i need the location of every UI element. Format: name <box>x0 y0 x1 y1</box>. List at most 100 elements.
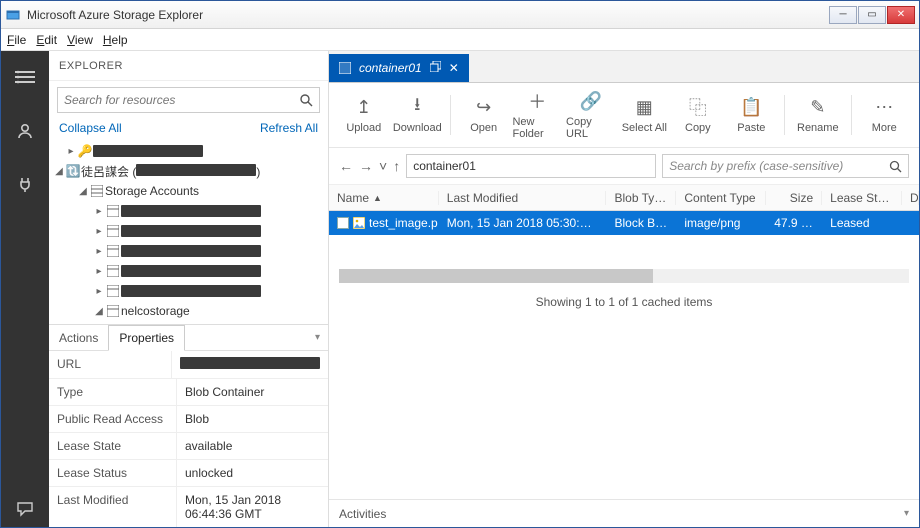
nav-back-icon[interactable]: ← <box>339 158 353 174</box>
nav-row: ← → ˅ ↑ container01 Search by prefix (ca… <box>329 148 919 185</box>
menu-help[interactable]: Help <box>103 33 128 47</box>
activity-connect-icon[interactable] <box>1 167 49 203</box>
blob-size: 47.9 KB <box>766 216 822 230</box>
tree-storage-account-item[interactable]: ▸ <box>49 241 328 261</box>
tree-storage-account-item[interactable]: ▸ <box>49 221 328 241</box>
paste-button[interactable]: 📋Paste <box>727 89 777 141</box>
col-size[interactable]: Size <box>766 191 822 205</box>
blob-name: test_image.png <box>369 216 439 230</box>
tree-row-collapsed[interactable]: ▸🔑 <box>49 141 328 161</box>
chevron-down-icon[interactable]: ▾ <box>904 508 909 519</box>
activity-feedback-icon[interactable] <box>1 491 49 527</box>
blob-row[interactable]: test_image.png Mon, 15 Jan 2018 05:30:07… <box>329 211 919 235</box>
menubar: File Edit View Help <box>1 29 919 51</box>
prop-row: URL <box>49 351 328 378</box>
tab-container-icon <box>339 62 351 74</box>
resource-search-box[interactable] <box>57 87 320 113</box>
minimize-button[interactable]: ─ <box>829 6 857 24</box>
account-label: nelcostorage <box>121 304 190 318</box>
doc-tab-label: container01 <box>359 61 422 75</box>
new-folder-button[interactable]: ＋New Folder <box>512 89 562 141</box>
app-icon <box>5 7 21 23</box>
tab-properties[interactable]: Properties <box>108 325 185 351</box>
blob-lease: Leased <box>822 216 902 230</box>
copy-button[interactable]: ⿻Copy <box>673 89 723 141</box>
nav-down-icon[interactable]: ˅ <box>379 158 387 174</box>
tree-storage-account-item[interactable]: ▸ <box>49 281 328 301</box>
blob-grid-body: test_image.png Mon, 15 Jan 2018 05:30:07… <box>329 211 919 319</box>
tree-storage-account-nelco[interactable]: ◢nelcostorage <box>49 301 328 321</box>
download-icon: ⭳ <box>414 96 420 118</box>
more-button[interactable]: ⋯More <box>859 89 909 141</box>
activity-account-icon[interactable] <box>1 113 49 149</box>
more-icon: ⋯ <box>875 96 893 118</box>
scrollbar-thumb[interactable] <box>339 269 653 283</box>
select-all-icon: ▦ <box>636 96 653 118</box>
refresh-all-link[interactable]: Refresh All <box>260 121 318 135</box>
col-blob-type[interactable]: Blob Type <box>606 191 676 205</box>
link-icon: 🔗 <box>580 90 602 112</box>
col-content-type[interactable]: Content Type <box>676 191 766 205</box>
blob-grid-header: Name ▲ Last Modified Blob Type Content T… <box>329 185 919 211</box>
image-file-icon <box>353 216 365 230</box>
rename-icon: ✎ <box>810 96 825 118</box>
toolbar-divider <box>784 95 785 135</box>
prop-row: TypeBlob Container <box>49 378 328 405</box>
rename-button[interactable]: ✎Rename <box>793 89 843 141</box>
toolbar-divider <box>851 95 852 135</box>
tab-link-icon[interactable] <box>430 61 441 75</box>
content-area: container01 ✕ ↥Upload ⭳Download ↪Open ＋N… <box>329 51 919 527</box>
chevron-down-icon[interactable]: ▾ <box>307 332 328 343</box>
grid-status: Showing 1 to 1 of 1 cached items <box>329 289 919 319</box>
nav-forward-icon[interactable]: → <box>359 158 373 174</box>
tree-storage-account-item[interactable]: ▸ <box>49 201 328 221</box>
col-lease-state[interactable]: Lease State <box>822 191 902 205</box>
tree-subscription[interactable]: ◢🔃徒呂謀会 () <box>49 161 328 181</box>
close-button[interactable]: ✕ <box>887 6 915 24</box>
search-icon <box>889 160 902 173</box>
col-extra[interactable]: D <box>902 191 919 205</box>
open-button[interactable]: ↪Open <box>459 89 509 141</box>
subscription-label: 徒呂謀会 () <box>81 163 260 180</box>
copy-url-button[interactable]: 🔗Copy URL <box>566 89 616 141</box>
copy-icon: ⿻ <box>689 96 707 118</box>
tab-close-icon[interactable]: ✕ <box>449 61 459 75</box>
resource-tree: ▸🔑 ◢🔃徒呂謀会 () ◢Storage Accounts ▸ ▸ ▸ ▸ ▸… <box>49 139 328 324</box>
menu-file[interactable]: File <box>7 33 26 47</box>
prefix-placeholder: Search by prefix (case-sensitive) <box>669 159 843 173</box>
prefix-search-box[interactable]: Search by prefix (case-sensitive) <box>662 154 909 178</box>
path-box[interactable]: container01 <box>406 154 656 178</box>
tree-storage-accounts[interactable]: ◢Storage Accounts <box>49 181 328 201</box>
search-icon <box>299 93 313 107</box>
collapse-all-link[interactable]: Collapse All <box>59 121 122 135</box>
explorer-header: EXPLORER <box>49 51 328 81</box>
menu-edit[interactable]: Edit <box>36 33 57 47</box>
maximize-button[interactable]: ▭ <box>858 6 886 24</box>
blob-content-type: image/png <box>676 216 766 230</box>
activities-panel-header[interactable]: Activities ▾ <box>329 499 919 527</box>
tree-storage-account-item[interactable]: ▸ <box>49 261 328 281</box>
activities-label: Activities <box>339 507 386 521</box>
document-tabs: container01 ✕ <box>329 51 919 83</box>
side-bottom-tabs: Actions Properties ▾ URL TypeBlob Contai… <box>49 324 328 527</box>
col-modified[interactable]: Last Modified <box>439 191 607 205</box>
doc-tab-container01[interactable]: container01 ✕ <box>329 54 469 82</box>
col-name[interactable]: Name ▲ <box>329 191 439 205</box>
blob-modified: Mon, 15 Jan 2018 05:30:07 GMT <box>439 216 607 230</box>
upload-button[interactable]: ↥Upload <box>339 89 389 141</box>
checkbox-icon[interactable] <box>337 216 349 230</box>
horizontal-scrollbar[interactable] <box>339 269 909 283</box>
prop-row: Last ModifiedMon, 15 Jan 2018 06:44:36 G… <box>49 486 328 527</box>
nav-up-icon[interactable]: ↑ <box>393 158 400 174</box>
resource-search-input[interactable] <box>64 93 299 107</box>
download-button[interactable]: ⭳Download <box>393 89 443 141</box>
plus-icon: ＋ <box>528 90 546 112</box>
select-all-button[interactable]: ▦Select All <box>620 89 670 141</box>
tab-actions[interactable]: Actions <box>49 326 108 350</box>
activity-explorer-icon[interactable] <box>1 59 49 95</box>
properties-table: URL TypeBlob Container Public Read Acces… <box>49 351 328 527</box>
explorer-panel: EXPLORER Collapse All Refresh All ▸🔑 ◢🔃徒… <box>49 51 329 527</box>
open-icon: ↪ <box>476 96 491 118</box>
menu-view[interactable]: View <box>67 33 93 47</box>
window-title: Microsoft Azure Storage Explorer <box>27 8 829 22</box>
